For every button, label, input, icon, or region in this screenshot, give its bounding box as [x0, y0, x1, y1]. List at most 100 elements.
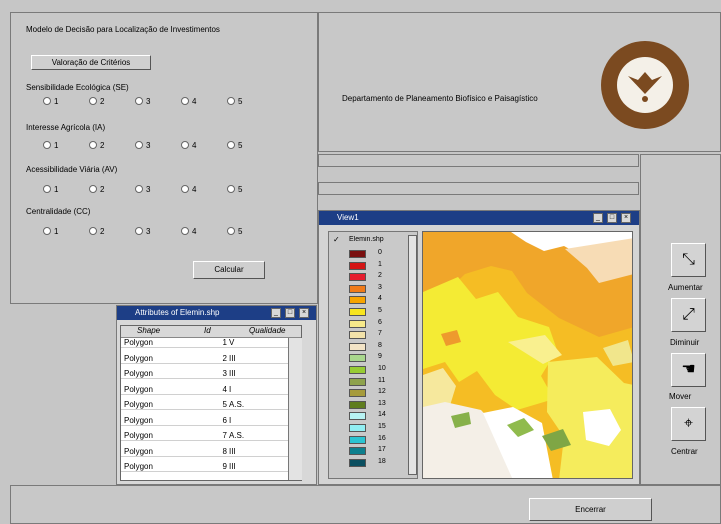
legend-item: 9 [329, 353, 407, 363]
radio-se-1[interactable]: 1 [43, 97, 58, 109]
quality-cell: A.S. [229, 431, 245, 440]
maximize-view-icon[interactable]: □ [607, 213, 617, 223]
table-row[interactable]: Polygon 8 III [121, 447, 301, 457]
table-row[interactable]: Polygon 4 I [121, 385, 301, 395]
attributes-window: Attributes of Elemin.shp _ □ × Shape Id … [116, 305, 317, 485]
radio-ia-3[interactable]: 3 [135, 141, 150, 153]
attributes-table: Shape Id Qualidade Polygon 1 V Polygon 2 III P… [120, 325, 302, 481]
table-row[interactable]: Polygon 2 III [121, 354, 301, 364]
legend-swatch [349, 331, 366, 340]
radio-cc-5[interactable]: 5 [227, 227, 242, 239]
quality-cell: I [229, 384, 232, 394]
theme-label: Elemin.shp [349, 236, 384, 243]
column-quality[interactable]: Qualidade [249, 326, 301, 336]
zoom-out-button[interactable]: ⤢ [671, 298, 706, 332]
pan-button[interactable]: ☚ [671, 353, 706, 387]
column-shape[interactable]: Shape [137, 326, 177, 336]
legend-item: 16 [329, 435, 407, 445]
legend-panel: ✓ Elemin.shp 0 1 2 3 4 5 6 7 8 9 10 11 12 13 14 15 16 17 1… [328, 231, 418, 479]
radio-se-2[interactable]: 2 [89, 97, 104, 109]
radio-se-5[interactable]: 5 [227, 97, 242, 109]
legend-label: 2 [378, 272, 382, 280]
table-row[interactable]: Polygon 5 A.S. [121, 400, 301, 410]
minimize-view-icon[interactable]: _ [593, 213, 603, 223]
radio-ia-2[interactable]: 2 [89, 141, 104, 153]
radio-ia-1[interactable]: 1 [43, 141, 58, 153]
legend-swatch [349, 284, 366, 293]
quality-cell: III [229, 369, 236, 378]
legend-swatch [349, 366, 366, 374]
legend-label: 13 [378, 399, 386, 407]
legend-scrollbar[interactable] [408, 235, 417, 475]
calculate-button[interactable]: Calcular [193, 261, 265, 279]
radio-av-3[interactable]: 3 [135, 185, 150, 197]
radio-se-3[interactable]: 3 [135, 97, 150, 109]
legend-label: 1 [378, 260, 382, 268]
id-cell: 8 [222, 446, 227, 456]
radio-ia-4[interactable]: 4 [181, 141, 196, 153]
legend-swatch [349, 377, 366, 386]
quality-cell: V [229, 338, 235, 347]
table-row[interactable]: Polygon 9 III [121, 462, 301, 472]
table-row[interactable]: Polygon 1 V [121, 338, 301, 348]
shape-cell: Polygon [124, 369, 153, 378]
minimize-attributes-icon[interactable]: _ [271, 308, 281, 318]
legend-swatch [349, 342, 366, 351]
legend-item: 5 [329, 307, 407, 317]
quality-cell: A.S. [229, 400, 245, 409]
column-id[interactable]: Id [204, 326, 224, 336]
legend-item: 3 [329, 284, 407, 294]
attributes-scrollbar[interactable] [288, 338, 302, 480]
legend-item: 12 [329, 388, 407, 398]
view-titlebar: View1 [319, 211, 639, 225]
radio-av-5[interactable]: 5 [227, 185, 242, 197]
table-row[interactable]: Polygon 6 I [121, 416, 301, 426]
table-row[interactable]: Polygon 3 III [121, 369, 301, 379]
legend-label: 3 [378, 283, 382, 291]
radio-av-4[interactable]: 4 [181, 185, 196, 197]
radio-cc-1[interactable]: 1 [43, 227, 58, 239]
legend-item: 18 [329, 458, 407, 468]
center-button[interactable]: ⌖ [671, 407, 706, 441]
legend-item: 2 [329, 272, 407, 282]
radio-av-2[interactable]: 2 [89, 185, 104, 197]
criteria-tab[interactable]: Valoração de Critérios [31, 55, 151, 70]
legend-swatch [349, 458, 366, 467]
id-cell: 9 [222, 462, 227, 471]
shape-cell: Polygon [124, 400, 153, 409]
maximize-attributes-icon[interactable]: □ [285, 308, 295, 318]
criterion-label-ia: Interesse Agrícola (IA) [26, 123, 106, 132]
radio-cc-2[interactable]: 2 [89, 227, 104, 239]
legend-list: 0 1 2 3 4 5 6 7 8 9 10 11 12 13 14 15 16 17 18 [329, 249, 407, 474]
id-cell: 7 [222, 431, 227, 440]
shape-cell: Polygon [124, 446, 153, 456]
legend-label: 9 [378, 353, 382, 361]
criteria-panel: Modelo de Decisão para Localização de In… [10, 12, 318, 304]
legend-label: 7 [378, 330, 382, 338]
legend-item: 10 [329, 365, 407, 375]
spacer-bar-1 [318, 154, 639, 167]
pan-label: Mover [669, 392, 692, 401]
radio-se-4[interactable]: 4 [181, 97, 196, 109]
legend-label: 15 [378, 423, 386, 430]
radio-cc-3[interactable]: 3 [135, 227, 150, 239]
application-window: Modelo de Decisão para Localização de In… [0, 0, 721, 524]
close-view-icon[interactable]: × [621, 213, 631, 223]
radio-av-1[interactable]: 1 [43, 185, 58, 197]
map-canvas[interactable] [422, 231, 633, 479]
shape-cell: Polygon [124, 415, 153, 425]
layer-check-icon[interactable]: ✓ [333, 235, 340, 244]
hand-icon: ☚ [681, 361, 696, 378]
close-attributes-icon[interactable]: × [299, 308, 309, 318]
legend-item: 8 [329, 342, 407, 352]
close-button[interactable]: Encerrar [529, 498, 652, 521]
form-title: Modelo de Decisão para Localização de In… [26, 25, 220, 34]
table-header: Shape Id Qualidade [121, 326, 301, 338]
zoom-in-button[interactable]: ⤡ [671, 243, 706, 277]
id-cell: 1 [222, 338, 227, 347]
legend-label: 18 [378, 457, 386, 465]
radio-ia-5[interactable]: 5 [227, 141, 242, 153]
radio-cc-4[interactable]: 4 [181, 227, 196, 239]
table-row[interactable]: Polygon 7 A.S. [121, 431, 301, 441]
university-logo [601, 41, 689, 129]
